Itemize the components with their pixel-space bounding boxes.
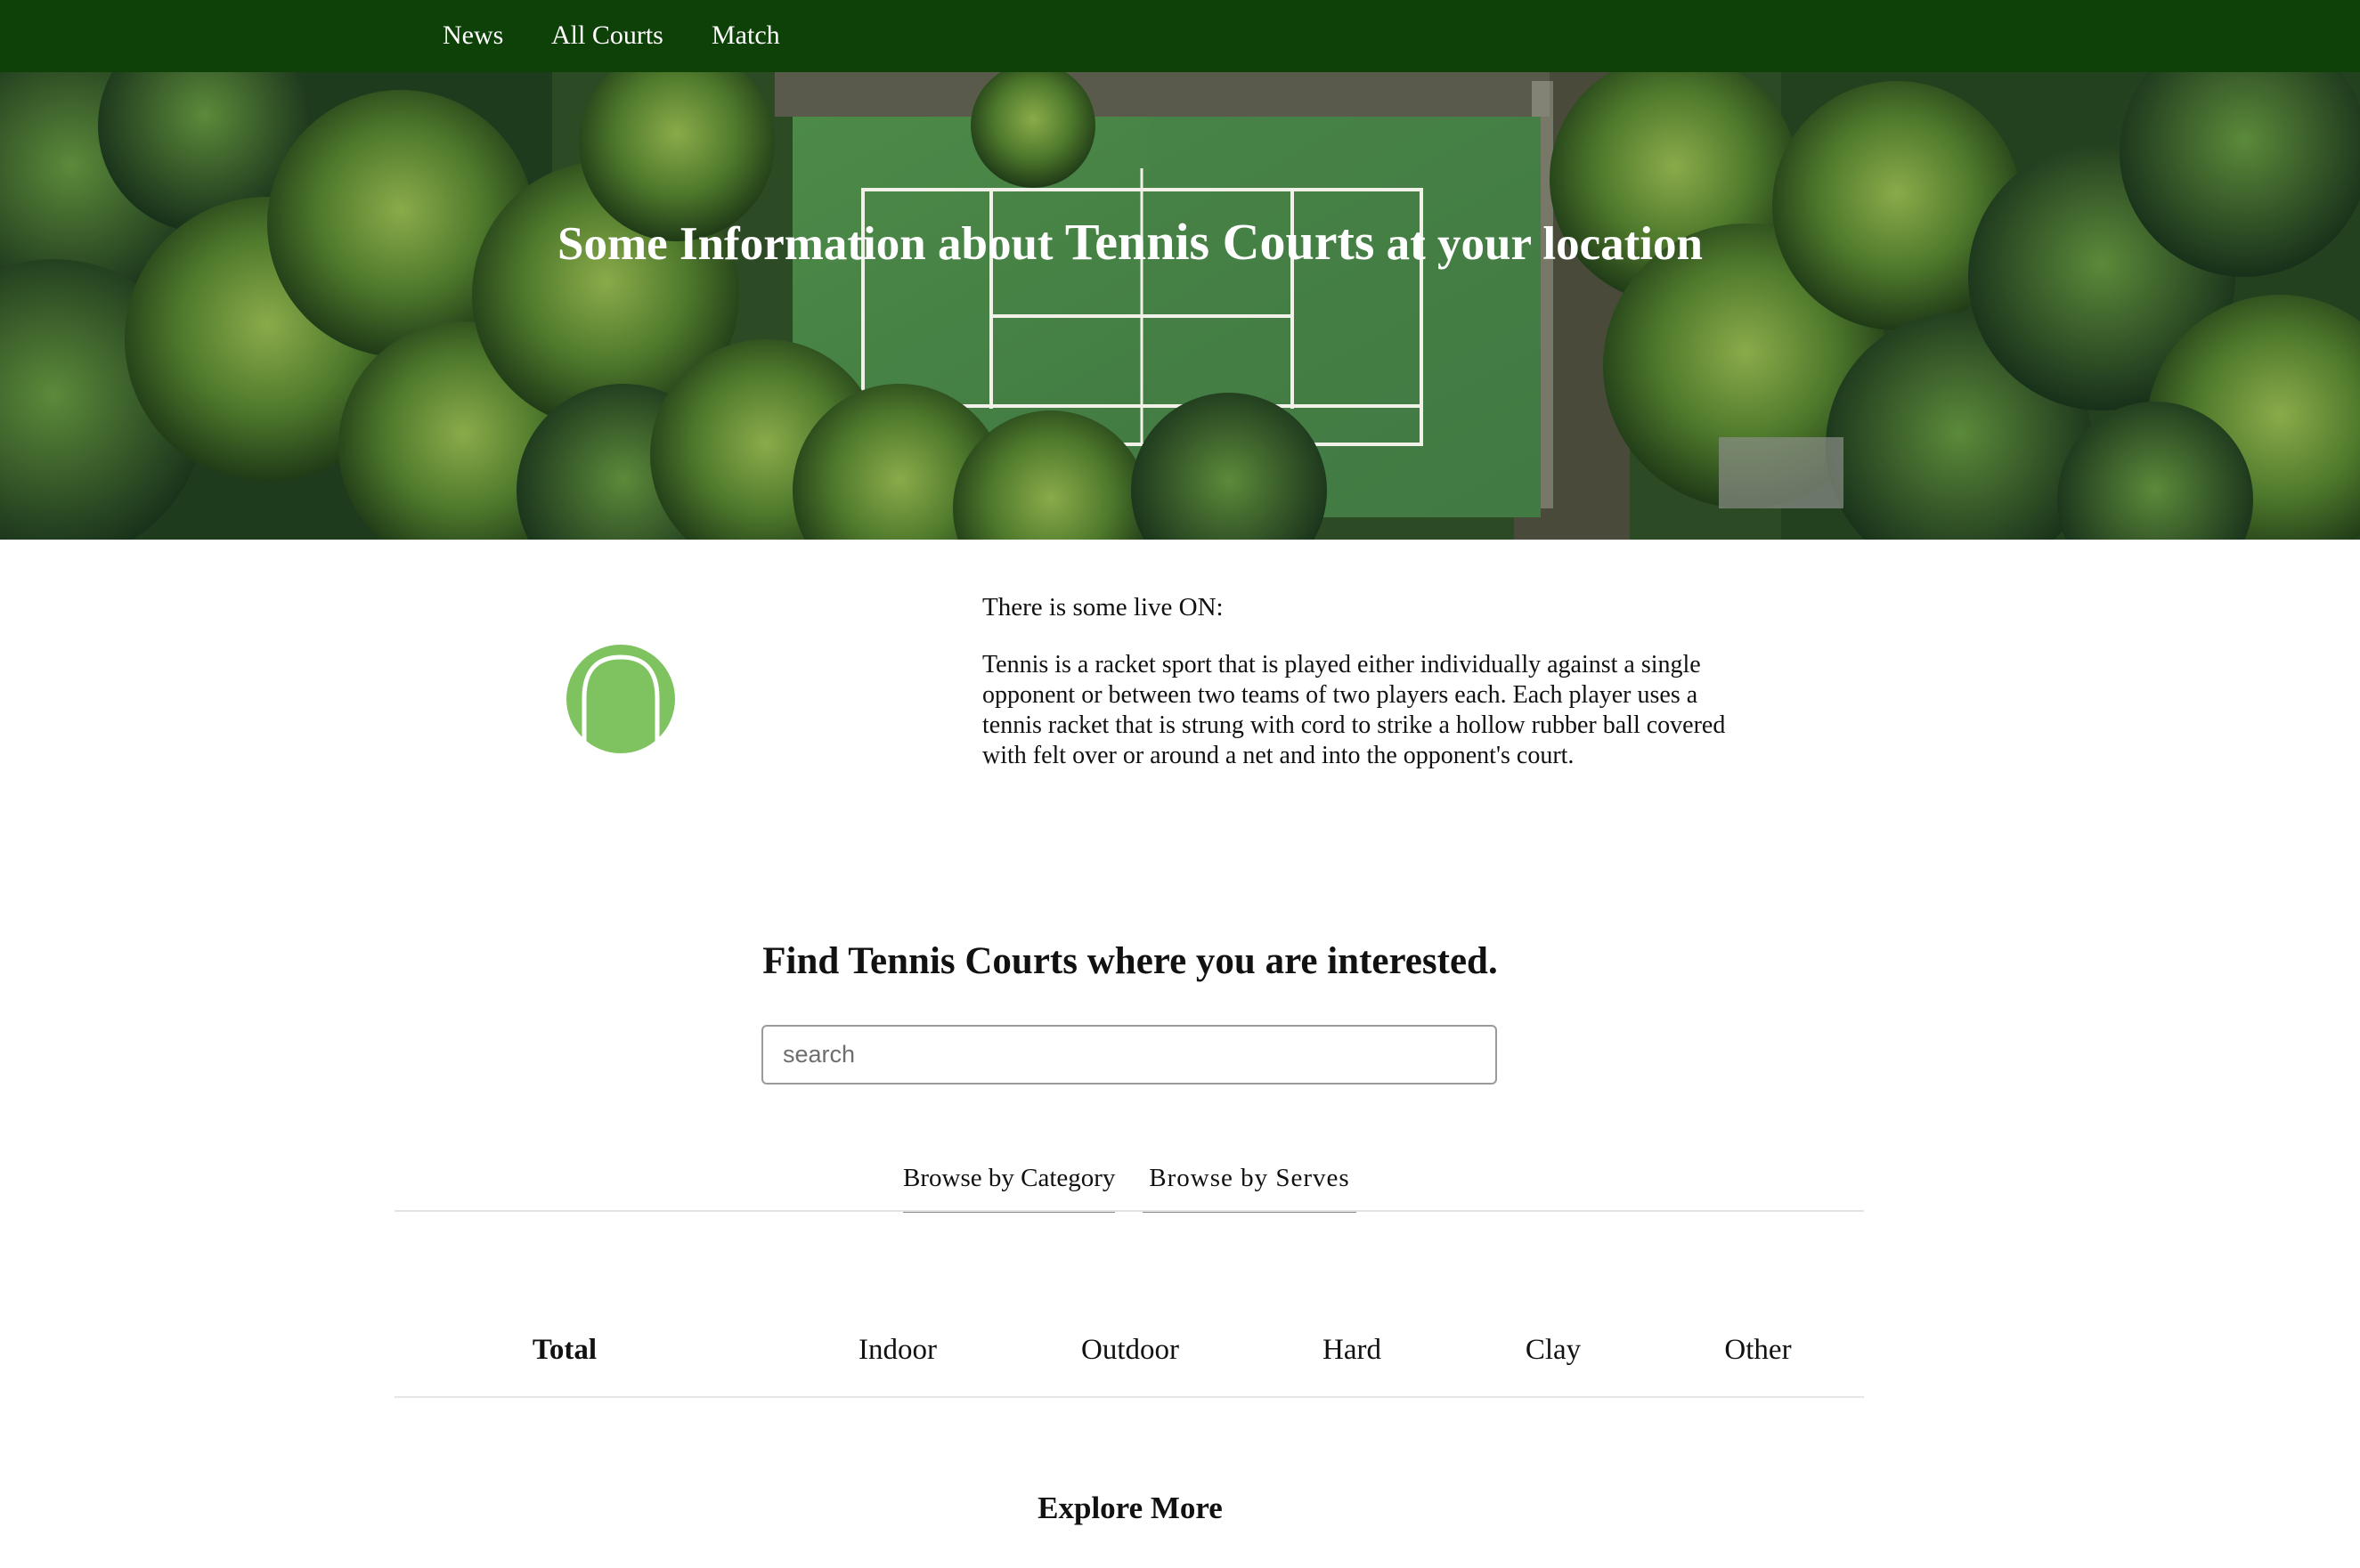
category-hard[interactable]: Hard — [1322, 1331, 1381, 1369]
tennis-description: Tennis is a racket sport that is played … — [982, 651, 1726, 769]
find-courts-heading: Find Tennis Courts where you are interes… — [762, 940, 1498, 982]
tabs-divider — [395, 1210, 1864, 1212]
hero-court-image — [0, 72, 2360, 540]
hero-title: Some Information about Tennis Courts at … — [0, 213, 2260, 273]
category-total: Total — [532, 1334, 598, 1366]
category-clay[interactable]: Clay — [1526, 1331, 1581, 1369]
nav-link-news[interactable]: News — [443, 20, 503, 52]
hero-title-emphasis: Tennis Courts — [1064, 212, 1375, 271]
category-outdoor[interactable]: Outdoor — [1081, 1331, 1179, 1369]
nav-link-match[interactable]: Match — [712, 20, 780, 52]
categories-divider — [395, 1396, 1864, 1398]
nav-link-all-courts[interactable]: All Courts — [551, 20, 663, 52]
category-other[interactable]: Other — [1724, 1331, 1791, 1369]
top-nav: News All Courts Match — [0, 0, 2360, 72]
hero-title-prefix: Some Information about — [557, 217, 1065, 270]
tab-browse-by-serves[interactable]: Browse by Serves — [1143, 1161, 1356, 1213]
tab-browse-by-category[interactable]: Browse by Category — [903, 1161, 1115, 1213]
explore-more-heading: Explore More — [1038, 1491, 1223, 1525]
search-input[interactable] — [761, 1025, 1497, 1085]
live-status-text: There is some live ON: — [982, 593, 1224, 622]
hero-title-suffix: at your location — [1374, 217, 1703, 270]
tennis-ball-icon — [566, 645, 675, 753]
hero-banner: Some Information about Tennis Courts at … — [0, 72, 2360, 540]
category-indoor[interactable]: Indoor — [859, 1331, 937, 1369]
